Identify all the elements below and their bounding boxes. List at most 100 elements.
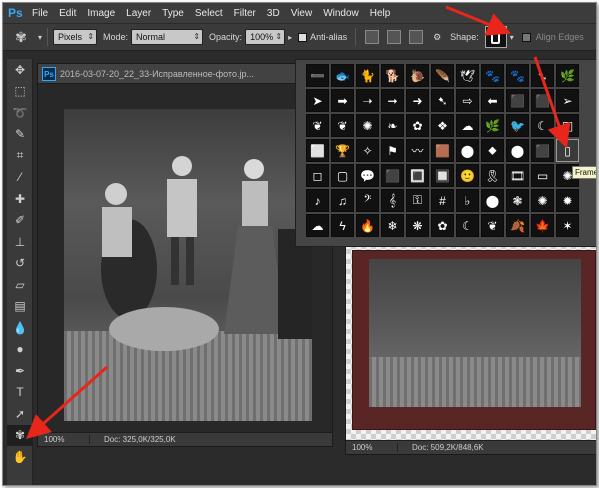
- shape-swatch[interactable]: ☁: [306, 214, 329, 237]
- shape-swatch[interactable]: ❦: [331, 114, 354, 137]
- shape-swatch[interactable]: ❦: [306, 114, 329, 137]
- shape-swatch[interactable]: ✶: [556, 214, 579, 237]
- menu-filter[interactable]: Filter: [234, 8, 256, 19]
- antialias-checkbox[interactable]: [298, 32, 308, 42]
- shape-swatch[interactable]: 🐟: [331, 64, 354, 87]
- shape-swatch[interactable]: 🐾: [506, 64, 529, 87]
- crop-tool-icon[interactable]: ⌗: [7, 145, 33, 167]
- chevron-down-icon[interactable]: ▾: [510, 33, 514, 42]
- shape-swatch[interactable]: 🌿: [556, 64, 579, 87]
- transparent-canvas[interactable]: [346, 244, 596, 440]
- menu-edit[interactable]: Edit: [59, 8, 76, 19]
- hand-tool-icon[interactable]: ✋: [7, 446, 33, 468]
- document-tab[interactable]: Ps 2016-03-07-20_22_33-Исправленное-фото…: [38, 64, 332, 84]
- shape-swatch[interactable]: ⇨: [456, 89, 479, 112]
- shape-swatch[interactable]: ➡: [331, 89, 354, 112]
- path-arrangement-icon[interactable]: [409, 30, 424, 44]
- shape-swatch[interactable]: 🐾: [481, 64, 504, 87]
- lasso-tool-icon[interactable]: ➰: [7, 102, 33, 124]
- shape-swatch[interactable]: ☾: [456, 214, 479, 237]
- shape-swatch[interactable]: ◻: [306, 164, 329, 187]
- shape-swatch[interactable]: ⬤: [506, 139, 529, 162]
- shape-swatch[interactable]: ✺: [531, 189, 554, 212]
- opacity-slider-icon[interactable]: ▸: [288, 33, 292, 42]
- shape-swatch[interactable]: 🏆: [331, 139, 354, 162]
- shape-swatch[interactable]: ⬤: [456, 139, 479, 162]
- shape-swatch[interactable]: ➷: [531, 64, 554, 87]
- type-tool-icon[interactable]: T: [7, 382, 33, 404]
- shape-swatch[interactable]: ⚑: [381, 139, 404, 162]
- shape-swatch[interactable]: ➞: [381, 89, 404, 112]
- shape-swatch[interactable]: ◫: [556, 114, 579, 137]
- menu-window[interactable]: Window: [323, 8, 359, 19]
- shape-swatch[interactable]: ⚿: [406, 189, 429, 212]
- chevron-down-icon[interactable]: ▾: [38, 33, 42, 42]
- eraser-tool-icon[interactable]: ▱: [7, 274, 33, 296]
- shape-swatch[interactable]: ⬛: [531, 89, 554, 112]
- custom-shape-tool-preset-icon[interactable]: ✾: [7, 26, 35, 48]
- shape-swatch[interactable]: ❄: [381, 214, 404, 237]
- shape-swatch[interactable]: ❋: [406, 214, 429, 237]
- shape-swatch[interactable]: ➷: [431, 89, 454, 112]
- shape-swatch[interactable]: ⬥: [481, 139, 504, 162]
- shape-swatch[interactable]: ⬤: [481, 189, 504, 212]
- shape-swatch[interactable]: 🪶: [431, 64, 454, 87]
- shape-swatch[interactable]: 🍁: [531, 214, 554, 237]
- brush-tool-icon[interactable]: ✐: [7, 210, 33, 232]
- shape-swatch[interactable]: 🐕: [381, 64, 404, 87]
- zoom-level[interactable]: 100%: [38, 435, 90, 444]
- shape-swatch[interactable]: 🔥: [356, 214, 379, 237]
- shape-swatch[interactable]: ♫: [331, 189, 354, 212]
- marquee-tool-icon[interactable]: ⬚: [7, 81, 33, 103]
- menu-3d[interactable]: 3D: [267, 8, 280, 19]
- shape-swatch[interactable]: 💬: [356, 164, 379, 187]
- shape-swatch[interactable]: ♪: [306, 189, 329, 212]
- shape-swatch[interactable]: ▭: [531, 164, 554, 187]
- move-tool-icon[interactable]: ✥: [7, 59, 33, 81]
- shape-swatch[interactable]: ✿: [406, 114, 429, 137]
- history-brush-tool-icon[interactable]: ↺: [7, 253, 33, 275]
- shape-swatch[interactable]: ⬛: [381, 164, 404, 187]
- zoom-level[interactable]: 100%: [346, 443, 398, 452]
- clone-stamp-tool-icon[interactable]: ⊥: [7, 231, 33, 253]
- menu-file[interactable]: File: [32, 8, 48, 19]
- shape-swatch[interactable]: 🌿: [481, 114, 504, 137]
- menu-select[interactable]: Select: [195, 8, 223, 19]
- path-alignment-icon[interactable]: [387, 30, 402, 44]
- shape-swatch[interactable]: ϟ: [331, 214, 354, 237]
- shape-swatch[interactable]: 🙂: [456, 164, 479, 187]
- menu-layer[interactable]: Layer: [126, 8, 151, 19]
- shape-swatch[interactable]: 🐈: [356, 64, 379, 87]
- path-selection-tool-icon[interactable]: ➚: [7, 403, 33, 425]
- shape-swatch[interactable]: ❧: [381, 114, 404, 137]
- shape-swatch[interactable]: ➝: [356, 89, 379, 112]
- shape-swatch[interactable]: 🎞: [506, 164, 529, 187]
- menu-type[interactable]: Type: [162, 8, 184, 19]
- shape-swatch[interactable]: ⬛: [506, 89, 529, 112]
- shape-swatch[interactable]: ❃: [506, 189, 529, 212]
- align-edges-checkbox[interactable]: [521, 32, 531, 42]
- shape-swatch[interactable]: 🎗: [481, 164, 504, 187]
- dodge-tool-icon[interactable]: ●: [7, 339, 33, 361]
- gear-icon[interactable]: ⚙: [433, 32, 441, 43]
- healing-brush-tool-icon[interactable]: ✚: [7, 188, 33, 210]
- shape-swatch[interactable]: ▢: [331, 164, 354, 187]
- shape-swatch[interactable]: ✺: [356, 114, 379, 137]
- shape-swatch[interactable]: ❖: [431, 114, 454, 137]
- opacity-input[interactable]: 100%: [245, 29, 286, 45]
- shape-swatch[interactable]: ❦: [481, 214, 504, 237]
- shape-swatch[interactable]: ➢: [556, 89, 579, 112]
- shape-swatch[interactable]: 𝄞: [381, 189, 404, 212]
- shape-swatch[interactable]: ✹: [556, 189, 579, 212]
- shape-swatch[interactable]: ➖: [306, 64, 329, 87]
- shape-swatch[interactable]: 🍂: [506, 214, 529, 237]
- shape-swatch[interactable]: ➤: [306, 89, 329, 112]
- mode-dropdown[interactable]: Normal: [131, 29, 204, 45]
- shape-picker-button[interactable]: [484, 26, 507, 48]
- shape-swatch[interactable]: 𝄢: [356, 189, 379, 212]
- shape-swatch[interactable]: 🔳: [406, 164, 429, 187]
- menu-view[interactable]: View: [291, 8, 313, 19]
- shape-swatch[interactable]: ♭: [456, 189, 479, 212]
- pixels-dropdown[interactable]: Pixels: [53, 29, 98, 45]
- shape-swatch[interactable]: ▯: [556, 139, 579, 162]
